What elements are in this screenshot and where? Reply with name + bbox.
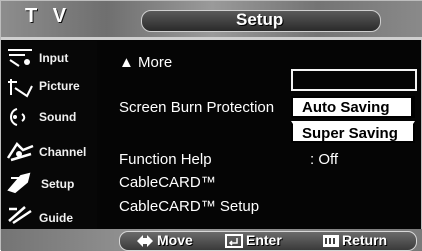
sidebar-item-input[interactable]: Input (1, 44, 97, 72)
return-icon (323, 235, 339, 247)
option-auto-saving[interactable]: Auto Saving (291, 96, 415, 118)
setup-menu-content: ▲ More Screen Burn Protection Auto Savin… (97, 41, 422, 231)
sidebar-item-label: Sound (39, 110, 77, 124)
sidebar-item-label: Input (39, 51, 69, 65)
sidebar-item-setup[interactable]: Setup (1, 168, 97, 196)
sidebar-item-label: Channel (39, 145, 87, 159)
screen-burn-protection-dropdown[interactable] (291, 69, 417, 91)
sidebar: Input Picture Sound Channel Setup Guide (1, 41, 97, 231)
move-icon (137, 235, 153, 247)
enter-icon (225, 234, 243, 248)
sidebar-item-picture[interactable]: Picture (1, 74, 97, 102)
tv-menu-screen: T V Setup Input Picture Sound Channel Se… (0, 0, 422, 251)
function-help-value: : Off (310, 151, 339, 168)
sound-icon (10, 108, 26, 126)
screen-burn-protection-item[interactable]: Screen Burn Protection (119, 99, 274, 116)
cablecard-setup-item[interactable]: CableCARD™ Setup (119, 198, 259, 215)
menu-title: Setup (236, 10, 284, 29)
setup-icon (7, 172, 31, 194)
sidebar-item-channel[interactable]: Channel (1, 138, 97, 166)
option-super-saving[interactable]: Super Saving (291, 121, 415, 143)
sidebar-item-label: Picture (39, 79, 80, 93)
input-icon (8, 49, 32, 67)
title-divider (1, 37, 422, 40)
more-link[interactable]: ▲ More (119, 54, 172, 71)
function-help-item[interactable]: Function Help (119, 151, 212, 168)
channel-icon (6, 142, 34, 162)
hint-return: Return (342, 232, 388, 248)
hint-move: Move (157, 232, 193, 248)
tv-title: T V (25, 5, 72, 27)
hint-enter: Enter (246, 232, 282, 248)
cablecard-item[interactable]: CableCARD™ (119, 174, 216, 191)
sidebar-item-label: Guide (39, 211, 74, 225)
sidebar-item-sound[interactable]: Sound (1, 103, 97, 131)
sidebar-item-guide[interactable]: Guide (1, 201, 97, 229)
guide-icon (8, 206, 32, 225)
sidebar-item-label: Setup (41, 177, 75, 191)
picture-icon (8, 79, 33, 98)
